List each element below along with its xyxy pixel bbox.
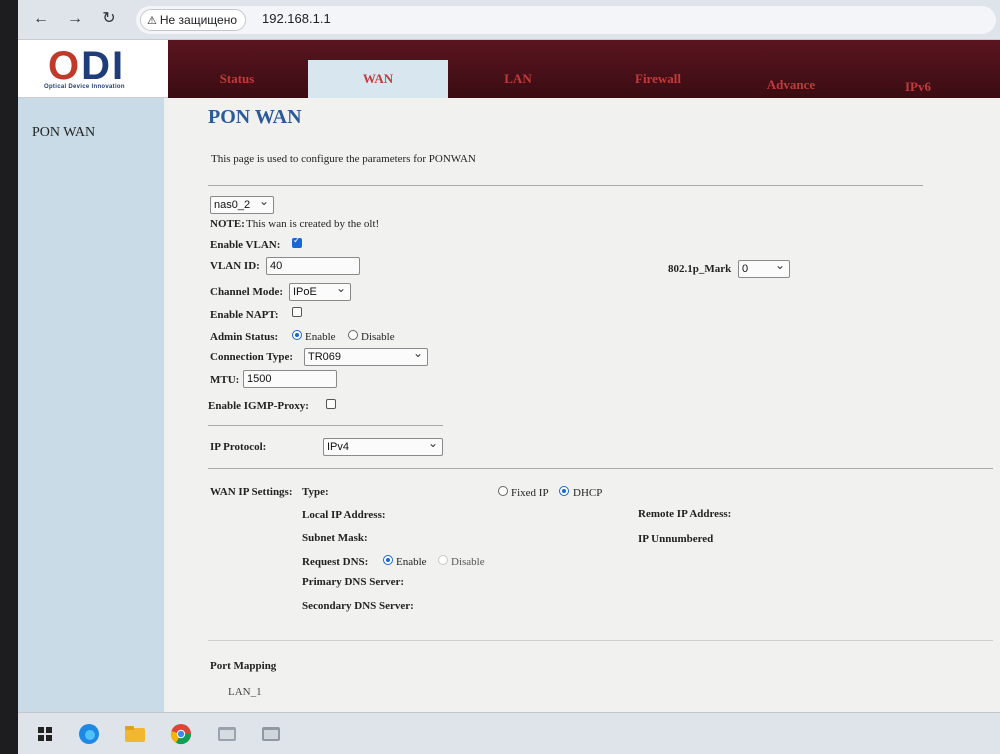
divider <box>208 425 443 426</box>
divider <box>208 185 923 186</box>
wan-ip-settings-label: WAN IP Settings: <box>210 486 293 498</box>
primary-dns-label: Primary DNS Server: <box>302 576 405 588</box>
enable-vlan-label: Enable VLAN: <box>210 239 281 251</box>
port-mapping-label: Port Mapping <box>210 660 277 672</box>
brand-logo: ODI Optical Device Innovation <box>18 40 168 98</box>
admin-disable-radio[interactable] <box>348 330 358 340</box>
note-label: NOTE: <box>210 218 245 230</box>
tab-status[interactable]: Status <box>182 60 292 98</box>
vlan-id-input[interactable]: 40 <box>266 257 360 275</box>
tab-firewall[interactable]: Firewall <box>598 60 718 98</box>
admin-enable-text: Enable <box>305 331 336 343</box>
wan-connection-select[interactable]: nas0_2 <box>210 193 274 214</box>
local-ip-label: Local IP Address: <box>302 509 386 521</box>
dns-disable-radio[interactable] <box>438 555 448 565</box>
content-area: PON WAN This page is used to configure t… <box>168 98 1000 718</box>
channel-mode-label: Channel Mode: <box>210 286 284 298</box>
back-arrow-icon[interactable]: ← <box>30 8 52 30</box>
admin-disable-text: Disable <box>361 331 395 343</box>
channel-mode-select[interactable]: IPoE <box>289 280 351 301</box>
connection-type-label: Connection Type: <box>210 351 294 363</box>
logo-tagline: Optical Device Innovation <box>44 84 125 90</box>
address-bar[interactable]: ⚠ Не защищено 192.168.1.1 <box>136 6 996 34</box>
page-title: PON WAN <box>208 106 302 128</box>
request-dns-label: Request DNS: <box>302 556 369 568</box>
main-navigation: Status WAN LAN Firewall Advance IPv6 <box>168 40 1000 98</box>
sidebar-item-pon-wan[interactable]: PON WAN <box>32 125 95 141</box>
file-explorer-icon[interactable] <box>122 721 148 747</box>
ip-protocol-label: IP Protocol: <box>210 441 267 453</box>
dns-enable-radio[interactable] <box>383 555 393 565</box>
dns-disable-text: Disable <box>451 556 485 568</box>
mark-label: 802.1p_Mark <box>668 263 732 275</box>
divider <box>208 468 993 469</box>
dhcp-text: DHCP <box>573 487 603 499</box>
ip-protocol-select[interactable]: IPv4 <box>323 435 443 456</box>
security-indicator[interactable]: ⚠ Не защищено <box>140 9 247 31</box>
app-window-icon[interactable] <box>214 721 240 747</box>
type-label: Type: <box>302 486 329 498</box>
igmp-proxy-label: Enable IGMP-Proxy: <box>208 400 309 412</box>
enable-napt-label: Enable NAPT: <box>210 309 279 321</box>
fixed-ip-text: Fixed IP <box>511 487 549 499</box>
windows-start-icon[interactable] <box>32 721 58 747</box>
security-label: Не защищено <box>159 13 238 27</box>
tab-lan[interactable]: LAN <box>458 60 578 98</box>
app-window-icon[interactable] <box>258 721 284 747</box>
vlan-id-label: VLAN ID: <box>210 260 260 272</box>
edge-browser-icon[interactable] <box>76 721 102 747</box>
dns-enable-text: Enable <box>396 556 427 568</box>
mtu-label: MTU: <box>210 374 240 386</box>
warning-icon: ⚠ <box>147 15 157 27</box>
subnet-mask-label: Subnet Mask: <box>302 532 368 544</box>
taskbar <box>18 712 1000 754</box>
dhcp-radio[interactable] <box>559 486 569 496</box>
lan1-label: LAN_1 <box>228 686 262 698</box>
tab-wan[interactable]: WAN <box>308 60 448 98</box>
connection-type-select[interactable]: TR069 <box>304 345 428 366</box>
remote-ip-label: Remote IP Address: <box>638 508 732 520</box>
igmp-proxy-checkbox[interactable] <box>326 399 336 409</box>
reload-icon[interactable]: ↻ <box>98 8 120 30</box>
forward-arrow-icon[interactable]: → <box>64 8 86 30</box>
ip-unnumbered-label: IP Unnumbered <box>638 533 714 545</box>
mark-select[interactable]: 0 <box>738 257 790 278</box>
chrome-browser-icon[interactable] <box>168 721 194 747</box>
secondary-dns-label: Secondary DNS Server: <box>302 600 414 612</box>
sidebar: PON WAN <box>18 98 164 718</box>
note-text: This wan is created by the olt! <box>246 218 380 230</box>
admin-enable-radio[interactable] <box>292 330 302 340</box>
fixed-ip-radio[interactable] <box>498 486 508 496</box>
page-description: This page is used to configure the param… <box>211 153 476 165</box>
divider <box>208 640 993 641</box>
url-text: 192.168.1.1 <box>262 11 331 26</box>
browser-toolbar: ← → ↻ ⚠ Не защищено 192.168.1.1 <box>18 0 1000 40</box>
logo-mark: ODI <box>48 44 126 88</box>
screen: ← → ↻ ⚠ Не защищено 192.168.1.1 ODI Optic… <box>18 0 1000 754</box>
enable-napt-checkbox[interactable] <box>292 307 302 317</box>
mtu-input[interactable]: 1500 <box>243 370 337 388</box>
admin-status-label: Admin Status: <box>210 331 279 343</box>
enable-vlan-checkbox[interactable] <box>292 236 302 248</box>
